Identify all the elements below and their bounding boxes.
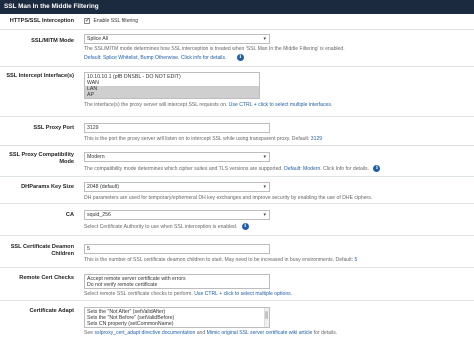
dhparams-key-size-select[interactable]: 2048 (default) ▾ [84, 182, 270, 192]
ssl-proxy-compat-mode-label: SSL Proxy Compatibility Mode [0, 152, 74, 166]
row-remote-cert-checks: Remote Cert Checks Accept remote server … [0, 268, 474, 301]
scrollbar-thumb[interactable] [265, 311, 268, 319]
ca-select[interactable]: squid_256 ▾ [84, 210, 270, 220]
ssl-proxy-port-input[interactable]: 3129 [84, 123, 270, 133]
dhparams-key-size-label: DHParams Key Size [21, 184, 74, 190]
ssl-proxy-compat-mode-select[interactable]: Modern ▾ [84, 152, 270, 162]
dhparams-key-size-value: 2048 (default) [87, 184, 120, 190]
mimic-cert-wiki-link[interactable]: Mimic original SSL server certificate wi… [207, 330, 313, 336]
row-ssl-mitm-mode: SSL/MITM Mode Splice All ▾ The SSL/MITM … [0, 30, 474, 67]
ssl-proxy-compat-mode-help: The compatibility mode determines which … [84, 165, 285, 172]
https-ssl-interception-label: HTTPS/SSL Interception [9, 18, 74, 24]
interface-option-ap[interactable]: AP [85, 92, 259, 98]
ssl-proxy-port-help: This is the port the proxy server will l… [84, 136, 311, 142]
ssl-mitm-mode-help: The SSL/MITM mode determines how SSL int… [84, 46, 345, 52]
certificate-adapt-label: Certificate Adapt [29, 308, 74, 314]
row-ssl-proxy-port: SSL Proxy Port 3129 This is the port the… [0, 117, 474, 146]
certificate-adapt-listbox[interactable]: Sets the "Not After" (setValidAfter) Set… [84, 307, 270, 328]
remote-cert-checks-help-link: Use CTRL + click to select multiple opti… [194, 291, 293, 297]
ssl-proxy-compat-mode-label-line1: SSL Proxy Compatibility [9, 152, 74, 158]
remote-cert-checks-help: Select remote SSL certificate checks to … [84, 291, 195, 297]
ssl-mitm-mode-select[interactable]: Splice All ▾ [84, 34, 270, 44]
remote-cert-option-no-verify[interactable]: Do not verify remote certificate [85, 282, 269, 288]
cert-adapt-option-common-name[interactable]: Sets CN property (setCommonName) [85, 321, 269, 327]
chevron-down-icon: ▾ [263, 212, 266, 218]
dhparams-key-size-help: DH parameters are used for temporary/eph… [84, 195, 373, 201]
certificate-adapt-help-suffix: for details. [312, 330, 338, 336]
ssl-proxy-compat-mode-help-suffix: Click Info for details. [321, 165, 370, 172]
ssl-mitm-mode-info-link[interactable]: Click info for details. [181, 54, 227, 60]
ssl-mitm-mode-value: Splice All [87, 36, 109, 42]
row-certificate-adapt: Certificate Adapt Sets the "Not After" (… [0, 301, 474, 342]
ssl-intercept-interfaces-help-link: Use CTRL + click to select multiple inte… [228, 102, 333, 108]
chevron-down-icon: ▾ [263, 184, 266, 190]
row-dhparams-key-size: DHParams Key Size 2048 (default) ▾ DH pa… [0, 177, 474, 204]
ca-label: CA [65, 212, 74, 218]
ssl-proxy-compat-mode-default: Default: Modern. [284, 165, 322, 172]
ssl-mitm-mode-label: SSL/MITM Mode [31, 38, 74, 44]
info-icon[interactable]: i [236, 53, 244, 61]
row-ssl-cert-daemon-children: SSL Certificate Deamon Children 5 This i… [0, 236, 474, 268]
ssl-proxy-port-label: SSL Proxy Port [33, 125, 74, 131]
ssl-proxy-compat-mode-value: Modern [87, 154, 105, 160]
ca-value: squid_256 [87, 212, 111, 218]
ca-help: Select Certificate Authority to use when… [84, 223, 238, 230]
ssl-intercept-interfaces-help: The interface(s) the proxy server will i… [84, 102, 229, 108]
remote-cert-checks-listbox[interactable]: Accept remote server certificate with er… [84, 274, 270, 289]
ssl-cert-daemon-children-input[interactable]: 5 [84, 244, 270, 254]
info-icon[interactable]: i [241, 223, 249, 230]
chevron-down-icon: ▾ [263, 154, 266, 160]
ssl-proxy-compat-mode-label-line2: Mode [59, 159, 74, 165]
row-ca: CA squid_256 ▾ Select Certificate Author… [0, 204, 474, 236]
ssl-intercept-interfaces-listbox[interactable]: 10.10.10.1 (pfB DNSBL - DO NOT EDIT) WAN… [84, 72, 260, 99]
enable-ssl-filtering-checkbox[interactable] [84, 17, 90, 24]
row-ssl-intercept-interfaces: SSL Intercept Interface(s) 10.10.10.1 (p… [0, 67, 474, 117]
sslproxy-cert-adapt-doc-link[interactable]: sslproxy_cert_adapt directive documentat… [94, 330, 195, 336]
ssl-proxy-port-default: 3129 [310, 136, 323, 142]
certificate-adapt-help-prefix: See [84, 330, 95, 336]
scrollbar[interactable] [264, 308, 269, 327]
ssl-intercept-interfaces-label: SSL Intercept Interface(s) [6, 73, 74, 79]
info-icon[interactable]: i [373, 165, 381, 172]
row-ssl-proxy-compat-mode: SSL Proxy Compatibility Mode Modern ▾ Th… [0, 146, 474, 177]
certificate-adapt-help-mid: and [195, 330, 207, 336]
row-https-ssl-interception: HTTPS/SSL Interception Enable SSL filter… [0, 14, 474, 30]
ssl-mitm-mode-default: Default: Splice Whitelist, Bump Otherwis… [84, 54, 181, 61]
ssl-cert-daemon-children-label-line1: SSL Certificate Deamon [10, 244, 74, 250]
ssl-cert-daemon-children-label: SSL Certificate Deamon Children [0, 244, 74, 258]
panel-title: SSL Man In the Middle Filtering [0, 0, 474, 14]
ssl-cert-daemon-children-help: This is the number of SSL certificate de… [84, 257, 355, 263]
remote-cert-checks-label: Remote Cert Checks [19, 275, 74, 281]
chevron-down-icon: ▾ [263, 36, 266, 42]
ssl-cert-daemon-children-default: 5 [354, 257, 358, 263]
ssl-cert-daemon-children-label-line2: Children [51, 251, 74, 257]
enable-ssl-filtering-label: Enable SSL filtering [93, 18, 139, 25]
